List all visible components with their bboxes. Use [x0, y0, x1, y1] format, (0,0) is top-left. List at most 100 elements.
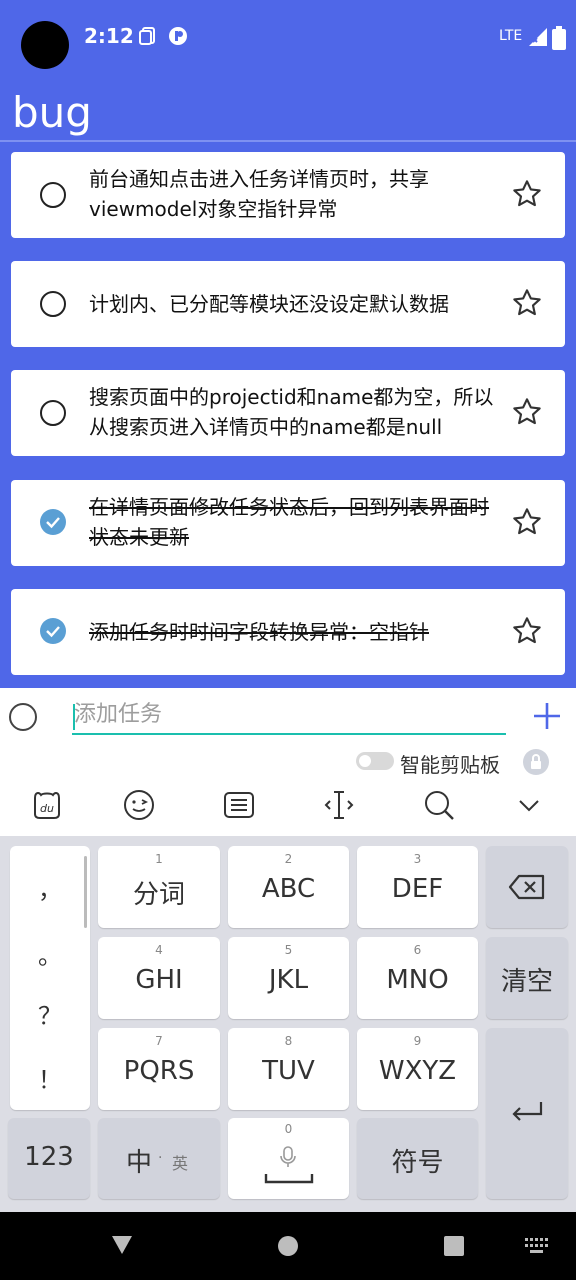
enter-icon	[512, 1102, 543, 1121]
key-label: JKL	[268, 965, 309, 995]
key-label: 分词	[132, 880, 185, 910]
key-number: 4	[155, 943, 163, 957]
task-card[interactable]: 搜索页面中的projectid和name都为空，所以从搜索页进入详情页中的nam…	[11, 370, 565, 456]
task-card[interactable]: 添加任务时时间字段转换异常：空指针	[11, 589, 565, 675]
text-cursor	[73, 704, 75, 730]
task-title: 前台通知点击进入任务详情页时，共享viewmodel对象空指针异常	[89, 167, 429, 221]
task-checkbox-checked[interactable]	[40, 618, 66, 644]
enter-key[interactable]	[486, 1028, 568, 1199]
key-label: 清空	[500, 967, 553, 997]
system-nav-bar	[0, 1212, 576, 1280]
key-number: 7	[155, 1034, 163, 1048]
star-icon[interactable]	[511, 506, 543, 538]
key-number: 2	[284, 852, 293, 866]
space-key[interactable]: 0	[228, 1118, 349, 1199]
check-icon	[46, 626, 60, 638]
smart-clipboard-toggle[interactable]	[356, 752, 394, 770]
network-type: LTE	[499, 28, 523, 44]
key-number: 1	[155, 852, 163, 866]
back-icon[interactable]	[110, 1234, 134, 1256]
battery-icon	[552, 26, 566, 50]
add-task-checkbox[interactable]	[9, 703, 37, 731]
lang-alt-label: 英	[172, 1154, 189, 1173]
signal-icon	[529, 28, 547, 46]
clipboard-icon	[139, 27, 155, 45]
key-number: 0	[284, 1122, 293, 1136]
keyboard-icon[interactable]	[222, 788, 256, 822]
punct-scrollbar	[84, 856, 87, 928]
key-label: ABC	[261, 874, 316, 904]
add-task-bar	[0, 688, 576, 745]
key-7[interactable]: 7 PQRS	[98, 1028, 220, 1110]
status-time: 2:12	[84, 24, 134, 48]
symbol-key[interactable]: 符号	[357, 1118, 478, 1199]
task-checkbox[interactable]	[40, 182, 66, 208]
key-2[interactable]: 2 ABC	[228, 846, 349, 928]
du-logo-icon[interactable]: du	[30, 788, 64, 822]
key-label: DEF	[391, 874, 444, 904]
num-mode-key[interactable]: 123	[8, 1118, 90, 1199]
home-icon[interactable]	[277, 1235, 299, 1257]
key-3[interactable]: 3 DEF	[357, 846, 478, 928]
cursor-icon[interactable]	[322, 788, 356, 822]
clipboard-lock-icon[interactable]	[522, 748, 550, 776]
backspace-key[interactable]	[486, 846, 568, 928]
svg-text:du: du	[40, 802, 54, 815]
task-title: 搜索页面中的projectid和name都为空，所以从搜索页进入详情页中的nam…	[89, 385, 494, 439]
key-9[interactable]: 9 WXYZ	[357, 1028, 478, 1110]
task-title: 添加任务时时间字段转换异常：空指针	[89, 620, 429, 644]
add-task-input[interactable]	[72, 695, 506, 735]
key-number: 9	[413, 1034, 422, 1048]
microphone-icon	[280, 1146, 296, 1167]
key-label: 123	[24, 1142, 74, 1172]
star-icon[interactable]	[511, 396, 543, 428]
star-icon[interactable]	[511, 615, 543, 647]
backspace-icon	[508, 874, 545, 900]
check-icon	[46, 517, 60, 529]
key-label: PQRS	[123, 1056, 195, 1086]
key-number: 3	[413, 852, 422, 866]
chevron-down-icon[interactable]	[512, 788, 546, 822]
lang-main-label: 中	[126, 1148, 153, 1178]
key-8[interactable]: 8 TUV	[228, 1028, 349, 1110]
header-divider	[0, 140, 576, 142]
task-card[interactable]: 在详情页面修改任务状态后，回到列表界面时状态未更新	[11, 480, 565, 566]
key-1[interactable]: 1 分词	[98, 846, 220, 928]
task-checkbox-checked[interactable]	[40, 509, 66, 535]
task-card[interactable]: 计划内、已分配等模块还没设定默认数据	[11, 261, 565, 347]
punct-key[interactable]: 。	[10, 936, 90, 971]
task-checkbox[interactable]	[40, 400, 66, 426]
clear-key[interactable]: 清空	[486, 937, 568, 1019]
camera-cutout	[21, 21, 69, 69]
key-label: WXYZ	[378, 1056, 457, 1086]
key-label: GHI	[135, 965, 183, 995]
star-icon[interactable]	[511, 287, 543, 319]
key-label: 符号	[391, 1148, 444, 1178]
punct-key[interactable]: ？	[10, 996, 90, 1031]
key-number: 5	[284, 943, 293, 957]
key-number: 8	[284, 1034, 293, 1048]
search-icon[interactable]	[422, 788, 456, 822]
task-card[interactable]: 前台通知点击进入任务详情页时，共享viewmodel对象空指针异常	[11, 152, 565, 238]
key-4[interactable]: 4 GHI	[98, 937, 220, 1019]
status-bar: 2:12 LTE	[0, 0, 576, 72]
emoji-icon[interactable]	[122, 788, 156, 822]
lang-switch-key[interactable]: 中 · 英	[98, 1118, 220, 1199]
recents-icon[interactable]	[443, 1235, 465, 1257]
key-5[interactable]: 5 JKL	[228, 937, 349, 1019]
task-title: 在详情页面修改任务状态后，回到列表界面时状态未更新	[89, 495, 489, 549]
punct-key[interactable]: ！	[10, 1060, 90, 1095]
key-label: MNO	[386, 965, 449, 995]
task-title: 计划内、已分配等模块还没设定默认数据	[89, 292, 449, 316]
star-icon[interactable]	[511, 178, 543, 210]
key-6[interactable]: 6 MNO	[357, 937, 478, 1019]
add-icon[interactable]	[532, 701, 562, 731]
smart-clipboard-label: 智能剪贴板	[400, 753, 500, 777]
punctuation-column[interactable]: ， 。 ？ ！	[10, 846, 90, 1110]
task-checkbox[interactable]	[40, 291, 66, 317]
punct-key[interactable]: ，	[10, 870, 90, 905]
keyboard-switch-icon[interactable]	[524, 1237, 550, 1255]
space-bar-icon	[264, 1174, 314, 1184]
app-notification-icon	[169, 27, 187, 45]
key-number: 6	[413, 943, 422, 957]
